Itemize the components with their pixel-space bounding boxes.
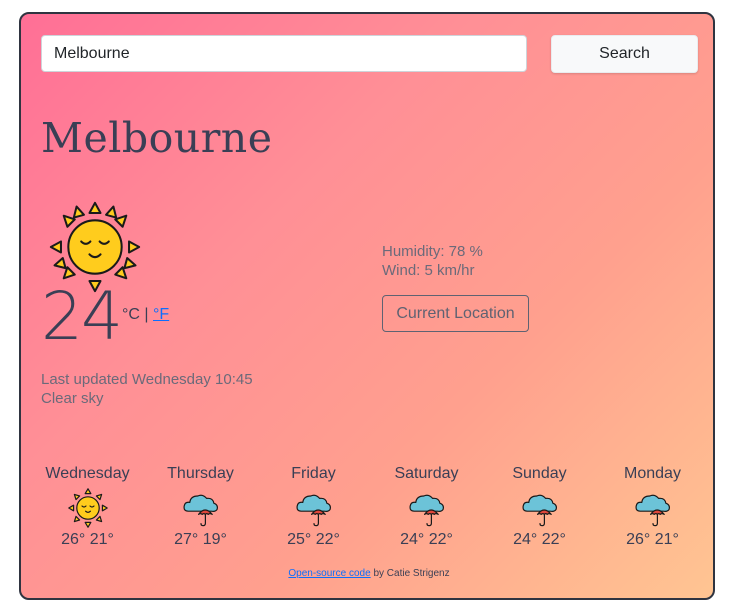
cloud-umbrella-icon xyxy=(408,494,444,527)
forecast-day-name: Wednesday xyxy=(45,465,130,482)
cloud-umbrella-icon xyxy=(182,494,218,527)
forecast-temps: 26° 21° xyxy=(61,531,114,548)
forecast-day-name: Monday xyxy=(624,465,681,482)
forecast-day-name: Thursday xyxy=(167,465,234,482)
weather-card: Search Melbourne 24 °C | °F L xyxy=(19,12,715,600)
cloud-umbrella-icon xyxy=(634,494,670,527)
forecast-day: Saturday 24° 22° xyxy=(370,464,483,550)
weather-details: Humidity: 78 % Wind: 5 km/hr xyxy=(382,242,483,280)
humidity: Humidity: 78 % xyxy=(382,243,483,260)
footer: Open-source code by Catie Strigenz xyxy=(21,568,717,579)
forecast-day: Friday 25° 22° xyxy=(257,464,370,550)
forecast-temps: 24° 22° xyxy=(400,531,453,548)
source-code-link[interactable]: Open-source code xyxy=(288,568,370,579)
sun-icon xyxy=(67,488,108,528)
wind: Wind: 5 km/hr xyxy=(382,262,475,279)
forecast-temps: 26° 21° xyxy=(626,531,679,548)
search-button[interactable]: Search xyxy=(551,35,698,73)
forecast-day-name: Sunday xyxy=(512,465,567,482)
forecast-day: Thursday 27° 19° xyxy=(144,464,257,550)
forecast-day: Sunday 24° 22° xyxy=(483,464,596,550)
forecast-temps: 25° 22° xyxy=(287,531,340,548)
current-temperature: 24 xyxy=(41,278,123,355)
cloud-umbrella-icon xyxy=(295,494,331,527)
unit-switcher: °C | °F xyxy=(122,306,169,324)
forecast: Wednesday 26° 21° Thursday 27° 19° Frida… xyxy=(31,464,709,550)
forecast-day: Wednesday 26° 21° xyxy=(31,464,144,550)
search-input[interactable] xyxy=(41,35,527,72)
celsius-unit: °C xyxy=(122,306,140,323)
forecast-temps: 27° 19° xyxy=(174,531,227,548)
current-meta: Last updated Wednesday 10:45 Clear sky xyxy=(41,370,253,408)
footer-author: by Catie Strigenz xyxy=(373,568,450,579)
forecast-day-name: Friday xyxy=(291,465,336,482)
forecast-day: Monday 26° 21° xyxy=(596,464,709,550)
last-updated: Last updated Wednesday 10:45 xyxy=(41,371,253,388)
weather-description: Clear sky xyxy=(41,390,104,407)
unit-separator: | xyxy=(144,306,149,323)
forecast-temps: 24° 22° xyxy=(513,531,566,548)
city-title: Melbourne xyxy=(41,114,273,162)
cloud-umbrella-icon xyxy=(521,494,557,527)
fahrenheit-link[interactable]: °F xyxy=(153,306,169,323)
current-location-button[interactable]: Current Location xyxy=(382,295,529,332)
forecast-day-name: Saturday xyxy=(394,465,459,482)
